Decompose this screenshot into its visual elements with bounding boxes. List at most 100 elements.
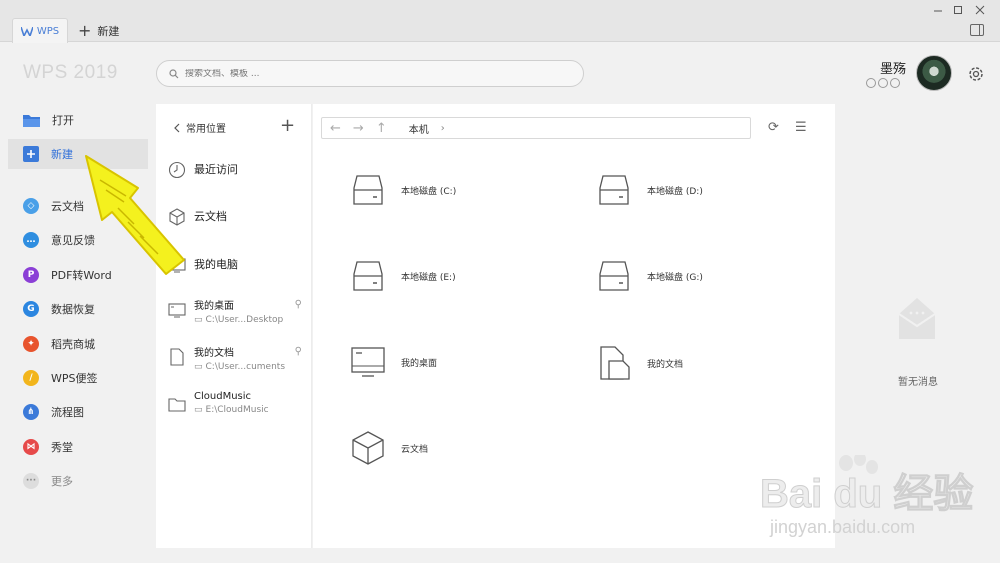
explorer-item-desktop[interactable]: 我的桌面 xyxy=(351,346,437,378)
location-label: CloudMusic xyxy=(194,391,252,402)
explorer-item-drive-c[interactable]: 本地磁盘 (C:) xyxy=(351,174,456,206)
sidebar-item-label: 稻壳商城 xyxy=(51,338,95,351)
list-view-icon[interactable]: ☰ xyxy=(795,120,807,135)
locations-header[interactable]: 常用位置 xyxy=(174,120,226,135)
refresh-icon[interactable]: ⟳ xyxy=(768,120,779,135)
maximize-icon xyxy=(954,6,962,14)
sidebar-item-notes[interactable]: / WPS便签 xyxy=(8,363,148,393)
breadcrumb[interactable]: 本机 xyxy=(409,121,429,136)
sidebar-item-label: 更多 xyxy=(51,475,73,488)
address-bar[interactable]: ← → ↑ 本机 › xyxy=(321,117,751,139)
explorer-item-label: 本地磁盘 (E:) xyxy=(401,272,456,283)
search-input[interactable] xyxy=(185,68,565,79)
location-label: 我的文档 xyxy=(194,348,234,359)
back-arrow-icon[interactable]: ← xyxy=(330,121,341,136)
location-item-documents[interactable]: 我的文档 ▭ C:\User...cuments ⚲ xyxy=(168,344,308,372)
title-bar: WPS + 新建 xyxy=(0,0,1000,43)
location-label: 云文档 xyxy=(194,210,227,223)
cube-icon xyxy=(352,431,384,465)
gear-icon[interactable] xyxy=(967,65,985,83)
maximize-button[interactable] xyxy=(947,2,969,18)
annotation-arrow xyxy=(85,155,185,275)
chat-icon: … xyxy=(23,232,39,248)
location-path: C:\User...Desktop xyxy=(205,315,284,325)
drive-icon xyxy=(353,261,383,291)
close-button[interactable] xyxy=(969,2,991,18)
note-icon: / xyxy=(23,370,39,386)
location-item-desktop[interactable]: 我的桌面 ▭ C:\User...Desktop ⚲ xyxy=(168,297,308,325)
explorer-item-drive-d[interactable]: 本地磁盘 (D:) xyxy=(597,174,703,206)
pc-icon: ▭ xyxy=(194,362,203,372)
pc-icon: ▭ xyxy=(194,405,203,415)
sidebar-toggle-icon[interactable] xyxy=(970,24,984,36)
pc-icon: ▭ xyxy=(194,315,203,325)
explorer-item-drive-e[interactable]: 本地磁盘 (E:) xyxy=(351,260,456,292)
add-location-button[interactable]: + xyxy=(280,117,295,135)
sidebar-item-data-recovery[interactable]: G 数据恢复 xyxy=(8,294,148,324)
watermark-brand: Bai du 经验 xyxy=(760,472,973,516)
explorer-item-label: 本地磁盘 (C:) xyxy=(401,186,457,197)
flowchart-icon: ⋔ xyxy=(23,404,39,420)
location-label: 我的桌面 xyxy=(194,301,234,312)
close-icon xyxy=(975,5,985,15)
document-icon xyxy=(600,346,630,380)
wps-logo-icon xyxy=(20,26,33,36)
monitor-icon xyxy=(168,303,186,318)
search-icon xyxy=(169,68,179,78)
baidu-jingyan-watermark: Bai du 经验 jingyan.baidu.com xyxy=(760,455,974,537)
location-path: E:\CloudMusic xyxy=(205,405,269,415)
cube-icon: ◇ xyxy=(23,198,39,214)
sidebar-item-store[interactable]: ✦ 稻壳商城 xyxy=(8,329,148,359)
minimize-icon xyxy=(934,10,942,12)
app-logo: WPS 2019 xyxy=(23,62,118,83)
more-icon: ··· xyxy=(23,473,39,489)
badge-icon xyxy=(866,78,876,88)
pdf-icon: P xyxy=(23,267,39,283)
tab-wps-label: WPS xyxy=(36,25,60,37)
plus-icon xyxy=(23,146,39,162)
store-icon: ✦ xyxy=(23,336,39,352)
badge-icon xyxy=(890,78,900,88)
sidebar-item-xiutang[interactable]: ⋈ 秀堂 xyxy=(8,432,148,462)
explorer-item-cloud-docs[interactable]: 云文档 xyxy=(351,430,428,466)
watermark-url: jingyan.baidu.com xyxy=(769,517,915,537)
avatar[interactable] xyxy=(916,55,952,91)
search-box[interactable] xyxy=(156,60,584,87)
location-path: C:\User...cuments xyxy=(205,362,286,372)
explorer-item-label: 本地磁盘 (G:) xyxy=(647,272,703,283)
envelope-icon xyxy=(898,298,936,339)
pin-icon[interactable]: ⚲ xyxy=(295,346,302,357)
monitor-icon xyxy=(351,347,385,377)
sidebar-item-label: 流程图 xyxy=(51,406,84,419)
sidebar-item-open[interactable]: 打开 xyxy=(8,105,148,135)
explorer-item-documents[interactable]: 我的文档 xyxy=(597,346,683,380)
explorer-item-label: 云文档 xyxy=(401,444,429,455)
pin-icon[interactable]: ⚲ xyxy=(295,299,302,310)
location-label: 我的电脑 xyxy=(194,258,238,271)
explorer-item-label: 我的文档 xyxy=(647,359,684,370)
sidebar-item-label: 新建 xyxy=(51,148,73,161)
location-item-cloudmusic[interactable]: CloudMusic ▭ E:\CloudMusic xyxy=(168,391,308,415)
chevron-right-icon: › xyxy=(440,122,445,134)
document-icon xyxy=(170,348,184,366)
chevron-left-icon xyxy=(174,123,180,132)
explorer-item-drive-g[interactable]: 本地磁盘 (G:) xyxy=(597,260,703,292)
minimize-button[interactable] xyxy=(927,2,949,18)
recover-icon: G xyxy=(23,301,39,317)
sidebar-item-label: WPS便签 xyxy=(51,372,98,385)
tab-wps[interactable]: WPS xyxy=(12,18,68,43)
plus-icon: + xyxy=(78,21,92,40)
folder-icon xyxy=(168,398,186,412)
tab-new-button[interactable]: + 新建 xyxy=(78,22,119,40)
sidebar-item-label: 数据恢复 xyxy=(51,303,95,316)
user-name[interactable]: 墨殇 xyxy=(880,58,906,77)
locations-header-label: 常用位置 xyxy=(186,124,226,135)
sidebar-item-flowchart[interactable]: ⋔ 流程图 xyxy=(8,397,148,427)
folder-icon xyxy=(23,115,40,127)
explorer-panel: ← → ↑ 本机 › ⟳ ☰ 本地磁盘 (C:) 本地磁盘 (D:) 本地磁盘 … xyxy=(313,104,835,548)
forward-arrow-icon[interactable]: → xyxy=(353,121,364,136)
up-arrow-icon[interactable]: ↑ xyxy=(376,121,387,136)
user-badges xyxy=(866,78,900,88)
explorer-item-label: 本地磁盘 (D:) xyxy=(647,186,703,197)
sidebar-item-more[interactable]: ··· 更多 xyxy=(8,466,148,496)
